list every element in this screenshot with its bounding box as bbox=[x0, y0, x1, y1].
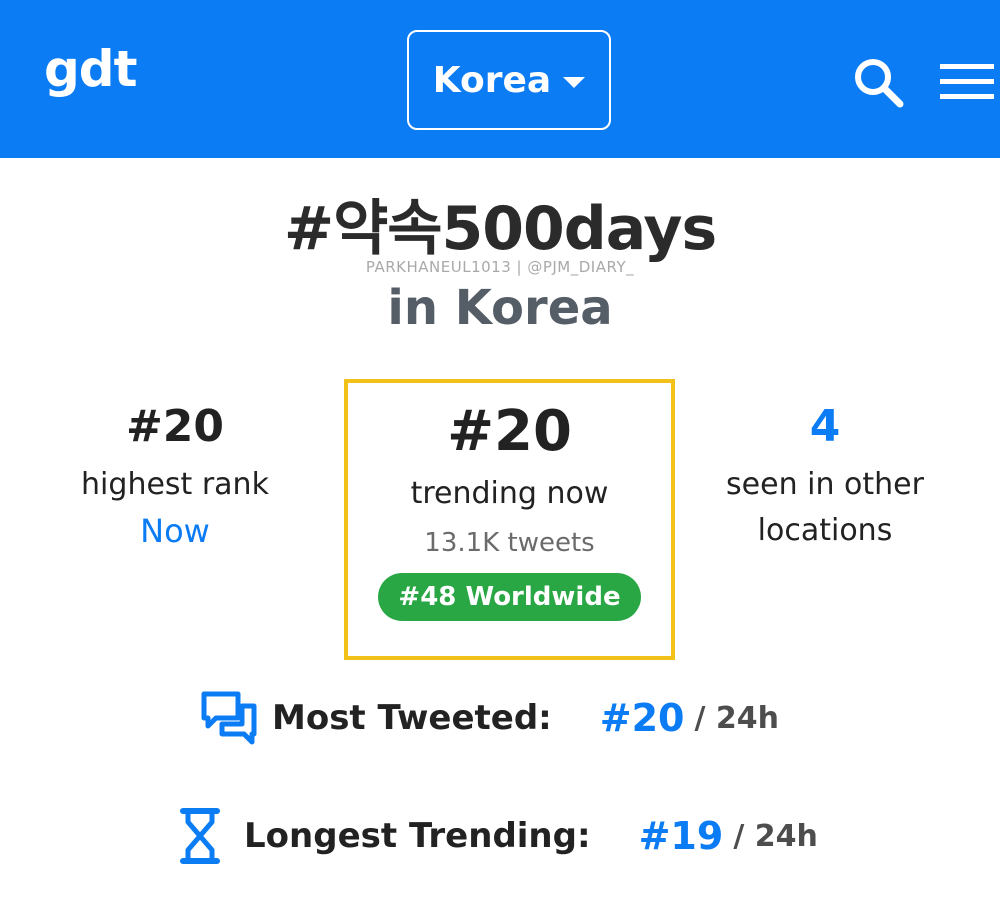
other-locations-stat[interactable]: 4 seen in other locations bbox=[675, 400, 975, 554]
logo[interactable]: gdt bbox=[44, 40, 137, 98]
trending-now-stat: #20 trending now 13.1K tweets #48 Worldw… bbox=[344, 379, 675, 660]
tweet-count: 13.1K tweets bbox=[424, 528, 595, 558]
search-icon[interactable] bbox=[852, 56, 904, 108]
chat-bubbles-icon bbox=[201, 691, 257, 745]
most-tweeted-row: Most Tweeted: #20 / 24h bbox=[200, 682, 779, 754]
most-tweeted-rank: #20 bbox=[599, 696, 685, 740]
menu-icon[interactable] bbox=[940, 60, 994, 104]
longest-trending-label: Longest Trending: bbox=[244, 816, 591, 856]
most-tweeted-period: / 24h bbox=[694, 700, 780, 736]
trending-now-label: trending now bbox=[410, 476, 609, 511]
highest-rank-when: Now bbox=[140, 512, 210, 550]
trend-hashtag-title: #약속500days bbox=[283, 194, 717, 264]
watermark-text: PARKHANEUL1013 | @PJM_DIARY_ bbox=[365, 258, 635, 276]
highest-rank-label: highest rank bbox=[81, 467, 269, 502]
worldwide-rank-badge[interactable]: #48 Worldwide bbox=[378, 573, 641, 621]
hourglass-icon bbox=[180, 808, 220, 864]
trending-now-value: #20 bbox=[447, 399, 572, 464]
longest-trending-period: / 24h bbox=[733, 818, 818, 854]
country-selector-button[interactable]: Korea bbox=[407, 30, 611, 130]
trend-location: in Korea bbox=[387, 280, 613, 336]
longest-trending-rank: #19 bbox=[638, 814, 724, 858]
most-tweeted-label: Most Tweeted: bbox=[272, 698, 552, 738]
other-locations-label-line2: locations bbox=[757, 513, 893, 548]
country-label: Korea bbox=[432, 59, 552, 101]
highest-rank-stat: #20 highest rank Now bbox=[25, 400, 325, 554]
caret-down-icon bbox=[563, 76, 586, 88]
top-navbar: gdt Korea bbox=[0, 0, 1000, 158]
longest-trending-row: Longest Trending: #19 / 24h bbox=[180, 800, 818, 872]
highest-rank-value: #20 bbox=[125, 401, 225, 452]
other-locations-label-line1: seen in other bbox=[726, 467, 924, 502]
other-locations-count[interactable]: 4 bbox=[675, 400, 975, 454]
